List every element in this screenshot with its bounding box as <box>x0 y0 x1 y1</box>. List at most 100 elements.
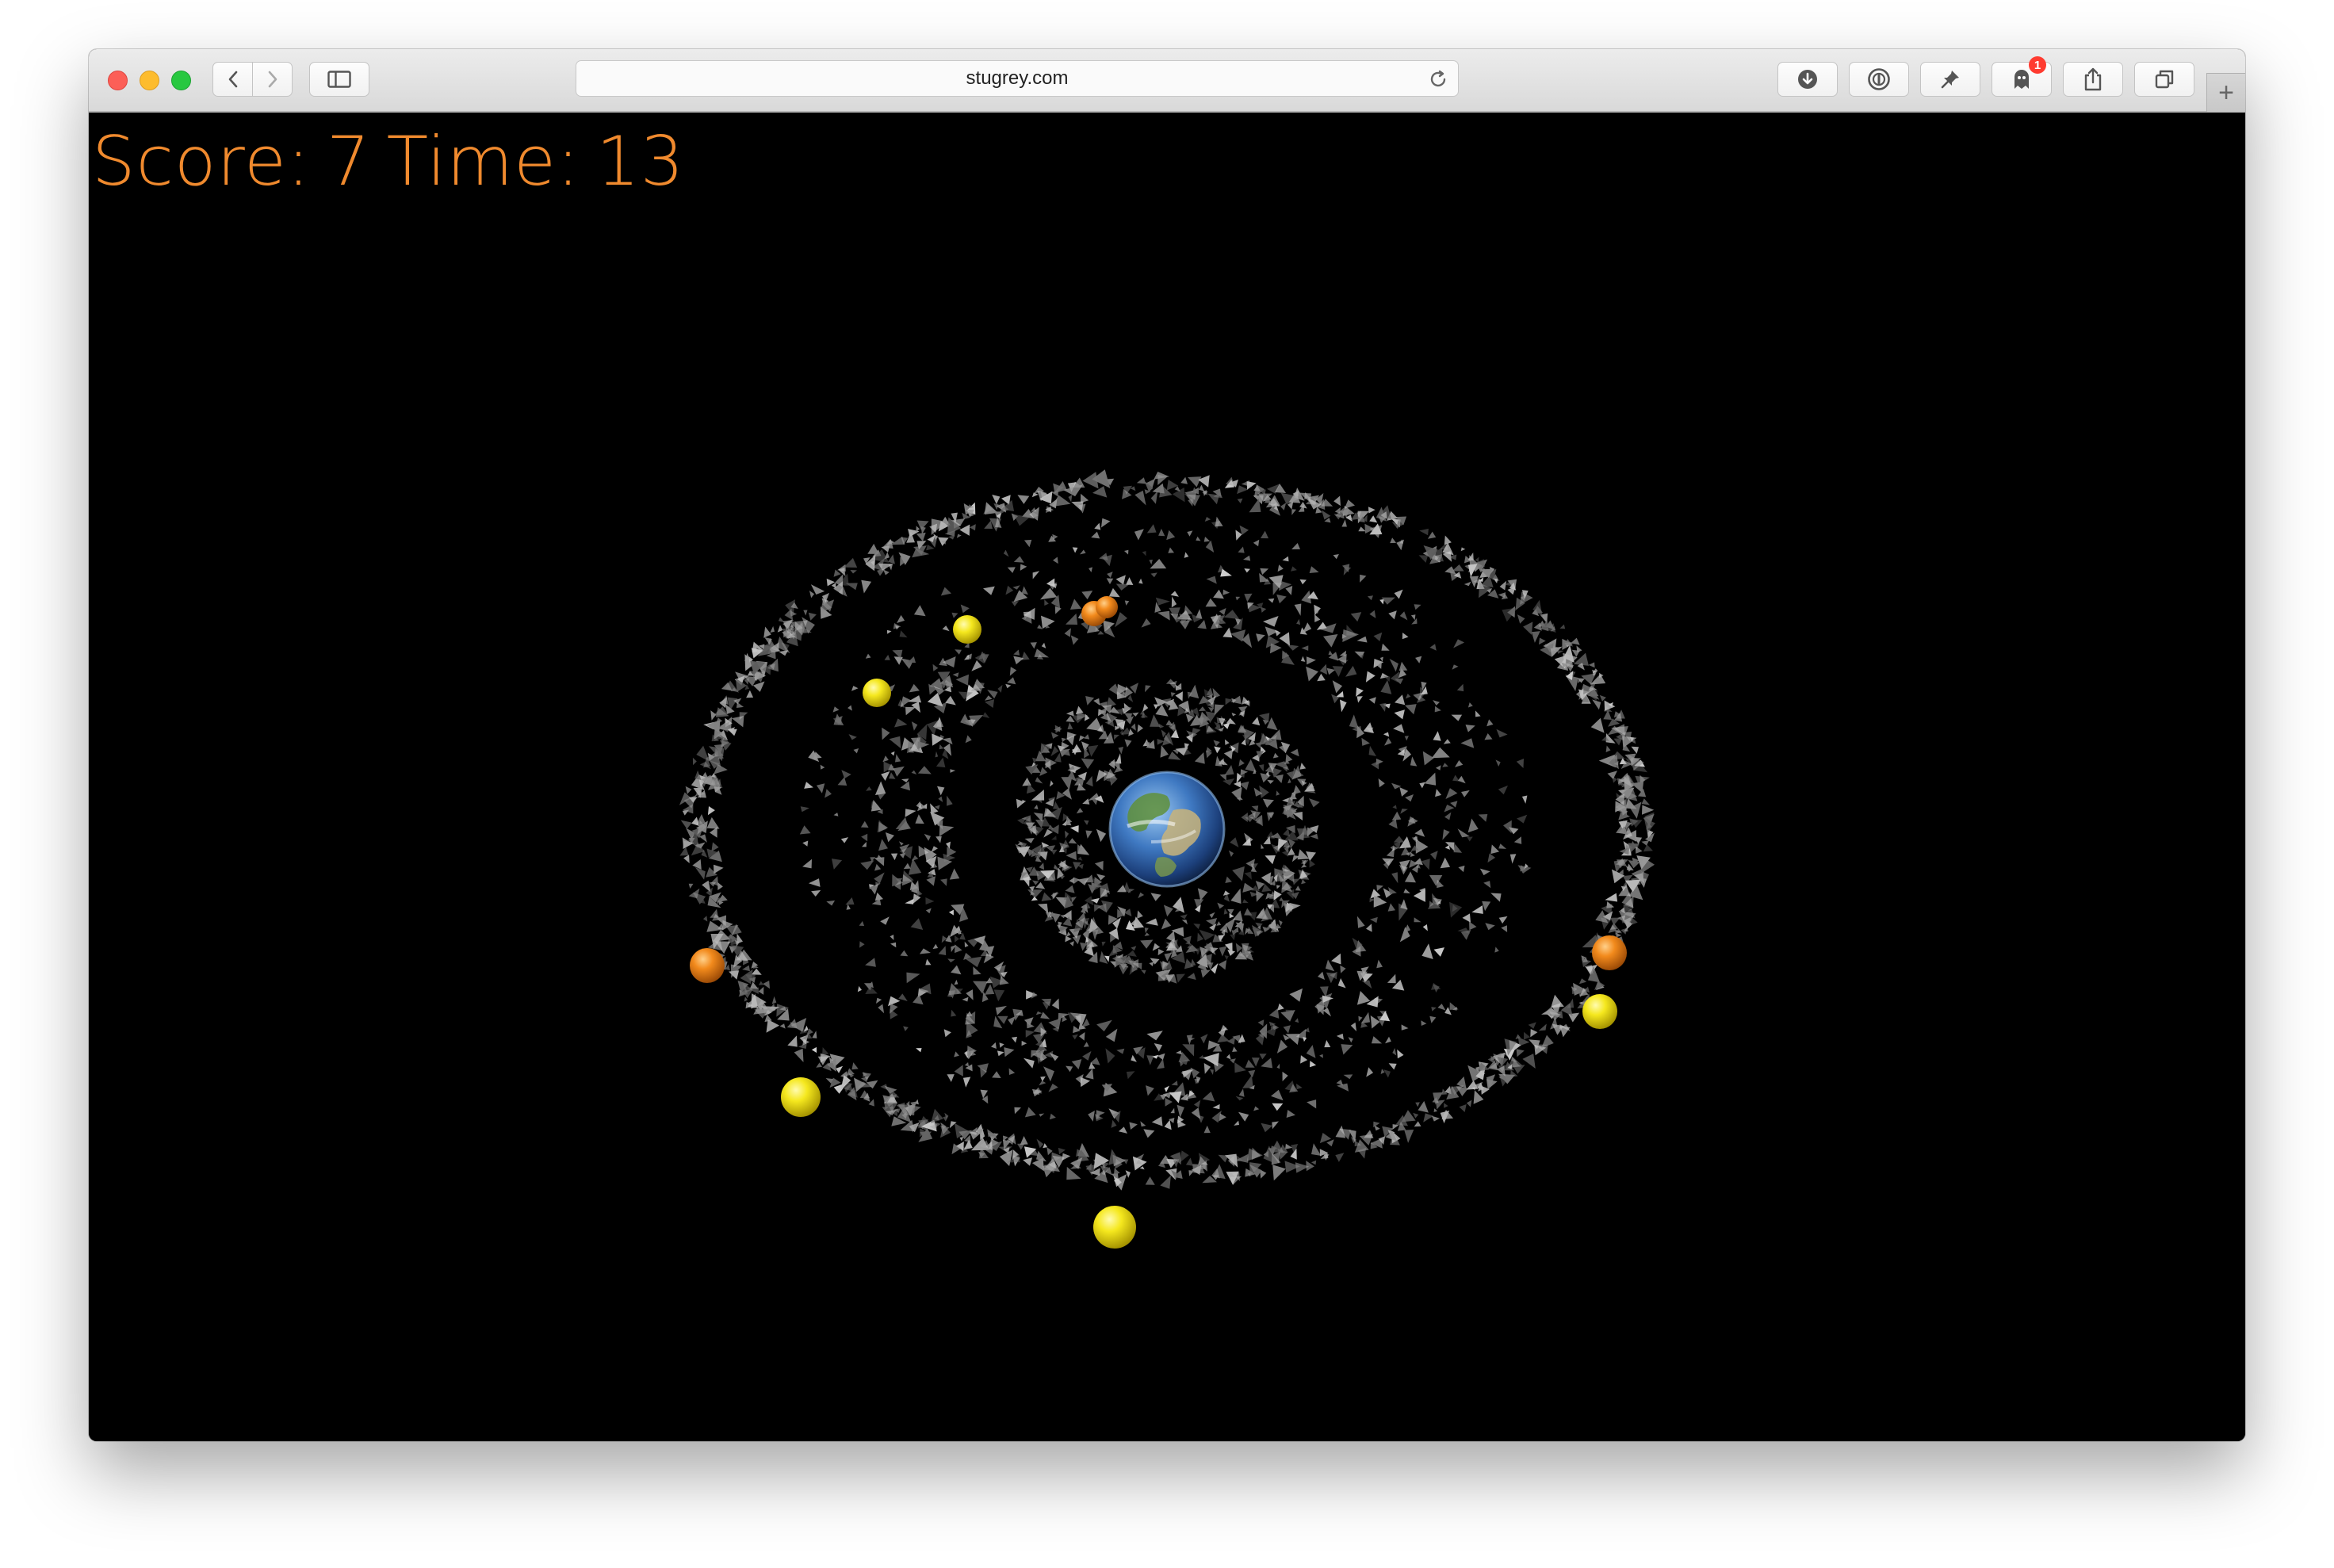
debris-shard <box>1041 642 1046 648</box>
debris-shard <box>883 761 894 773</box>
debris-shard <box>1356 916 1365 928</box>
debris-shard <box>1150 893 1161 901</box>
yellow-orb[interactable] <box>863 679 891 707</box>
game-canvas[interactable]: Score: 7 Time: 13 <box>89 113 2245 1441</box>
yellow-orb[interactable] <box>953 615 981 644</box>
debris-shard <box>1051 491 1058 497</box>
debris-shard <box>1070 635 1079 645</box>
orange-orb[interactable] <box>1592 935 1627 970</box>
back-button[interactable] <box>212 62 253 97</box>
debris-shard <box>1388 819 1398 829</box>
sidebar-button[interactable] <box>309 62 369 97</box>
debris-shard <box>1217 902 1225 909</box>
debris-shard <box>1013 649 1020 656</box>
debris-shard <box>779 1023 786 1029</box>
yellow-orb[interactable] <box>781 1077 821 1117</box>
extension-button[interactable]: 1 <box>1992 56 2052 97</box>
debris-shard <box>1485 923 1495 931</box>
debris-shard <box>1289 988 1303 1002</box>
debris-shard <box>932 943 939 950</box>
debris-shard <box>1272 1103 1284 1111</box>
orbit-scene[interactable] <box>89 113 2245 1441</box>
close-window-button[interactable] <box>108 71 128 90</box>
debris-shard <box>1466 1100 1472 1107</box>
url-text[interactable]: stugrey.com <box>576 61 1458 96</box>
share-button[interactable] <box>2063 62 2123 97</box>
debris-shard <box>1114 734 1119 740</box>
debris-shard <box>1124 549 1129 555</box>
debris-shard <box>1373 632 1383 641</box>
debris-shard <box>751 968 762 975</box>
debris-shard <box>1234 1120 1239 1126</box>
collectible-orbs[interactable] <box>690 596 1627 1249</box>
debris-shard <box>860 860 874 870</box>
debris-shard <box>1368 745 1376 756</box>
debris-shard <box>1052 534 1058 540</box>
debris-shard <box>1392 1124 1399 1130</box>
debris-shard <box>1234 1062 1246 1073</box>
reload-icon[interactable] <box>1428 69 1448 94</box>
debris-shard <box>1301 645 1309 651</box>
debris-shard <box>1399 611 1408 621</box>
time-label: Time: <box>386 122 581 201</box>
orange-orb[interactable] <box>690 948 725 983</box>
debris-shard <box>1163 904 1173 917</box>
debris-shard <box>1360 574 1367 583</box>
debris-shard <box>993 989 1005 1002</box>
score-hud: Score: 7 Time: 13 <box>92 122 700 201</box>
address-bar[interactable]: stugrey.com <box>576 60 1459 97</box>
yellow-orb[interactable] <box>1093 1206 1136 1249</box>
debris-shard <box>717 882 723 890</box>
debris-shard <box>937 786 945 796</box>
debris-shard <box>956 534 962 538</box>
debris-shard <box>1079 1032 1085 1041</box>
forward-button[interactable] <box>252 62 293 97</box>
debris-shard <box>1125 1170 1131 1178</box>
debris-shard <box>1039 862 1045 870</box>
debris-shard <box>883 569 890 576</box>
yellow-orb[interactable] <box>1582 994 1617 1029</box>
debris-shard <box>1099 553 1108 560</box>
debris-shard <box>960 604 970 614</box>
password-manager-button[interactable] <box>1849 62 1909 97</box>
zoom-window-button[interactable] <box>171 71 191 90</box>
debris-shard <box>1311 1143 1322 1156</box>
debris-shard <box>711 842 719 852</box>
debris-shard <box>1376 885 1383 891</box>
debris-shard <box>1202 1092 1215 1102</box>
debris-shard <box>1069 599 1082 610</box>
debris-shard <box>1410 614 1416 621</box>
debris-shard <box>889 772 896 779</box>
debris-shard <box>1370 916 1378 924</box>
debris-shard <box>1246 912 1257 921</box>
debris-shard <box>1424 772 1437 786</box>
debris-shard <box>939 744 944 750</box>
tab-overview-button[interactable] <box>2134 62 2194 97</box>
debris-shard <box>1048 1084 1058 1092</box>
debris-shard <box>1005 585 1014 595</box>
debris-shard <box>1219 1113 1226 1122</box>
debris-shard <box>1427 531 1437 539</box>
debris-shard <box>680 820 692 829</box>
debris-shard <box>926 545 935 551</box>
debris-shard <box>1108 587 1120 598</box>
debris-shard <box>1404 871 1416 883</box>
debris-shard <box>707 806 715 816</box>
new-tab-button[interactable]: + <box>2206 73 2245 112</box>
debris-shard <box>1227 950 1235 956</box>
debris-shard <box>1291 509 1296 515</box>
pin-button[interactable] <box>1920 62 1980 97</box>
debris-shard <box>1096 1019 1112 1032</box>
debris-shard <box>1101 518 1111 528</box>
debris-shard <box>848 705 852 711</box>
debris-shard <box>1271 1089 1284 1101</box>
debris-shard <box>1323 634 1338 648</box>
debris-shard <box>1014 1107 1021 1115</box>
debris-shard <box>1188 1038 1196 1042</box>
debris-shard <box>746 690 754 698</box>
downloads-button[interactable] <box>1777 62 1838 97</box>
minimize-window-button[interactable] <box>140 71 159 90</box>
debris-shard <box>758 981 764 985</box>
orange-orb[interactable] <box>1096 596 1118 618</box>
debris-shard <box>985 699 995 708</box>
